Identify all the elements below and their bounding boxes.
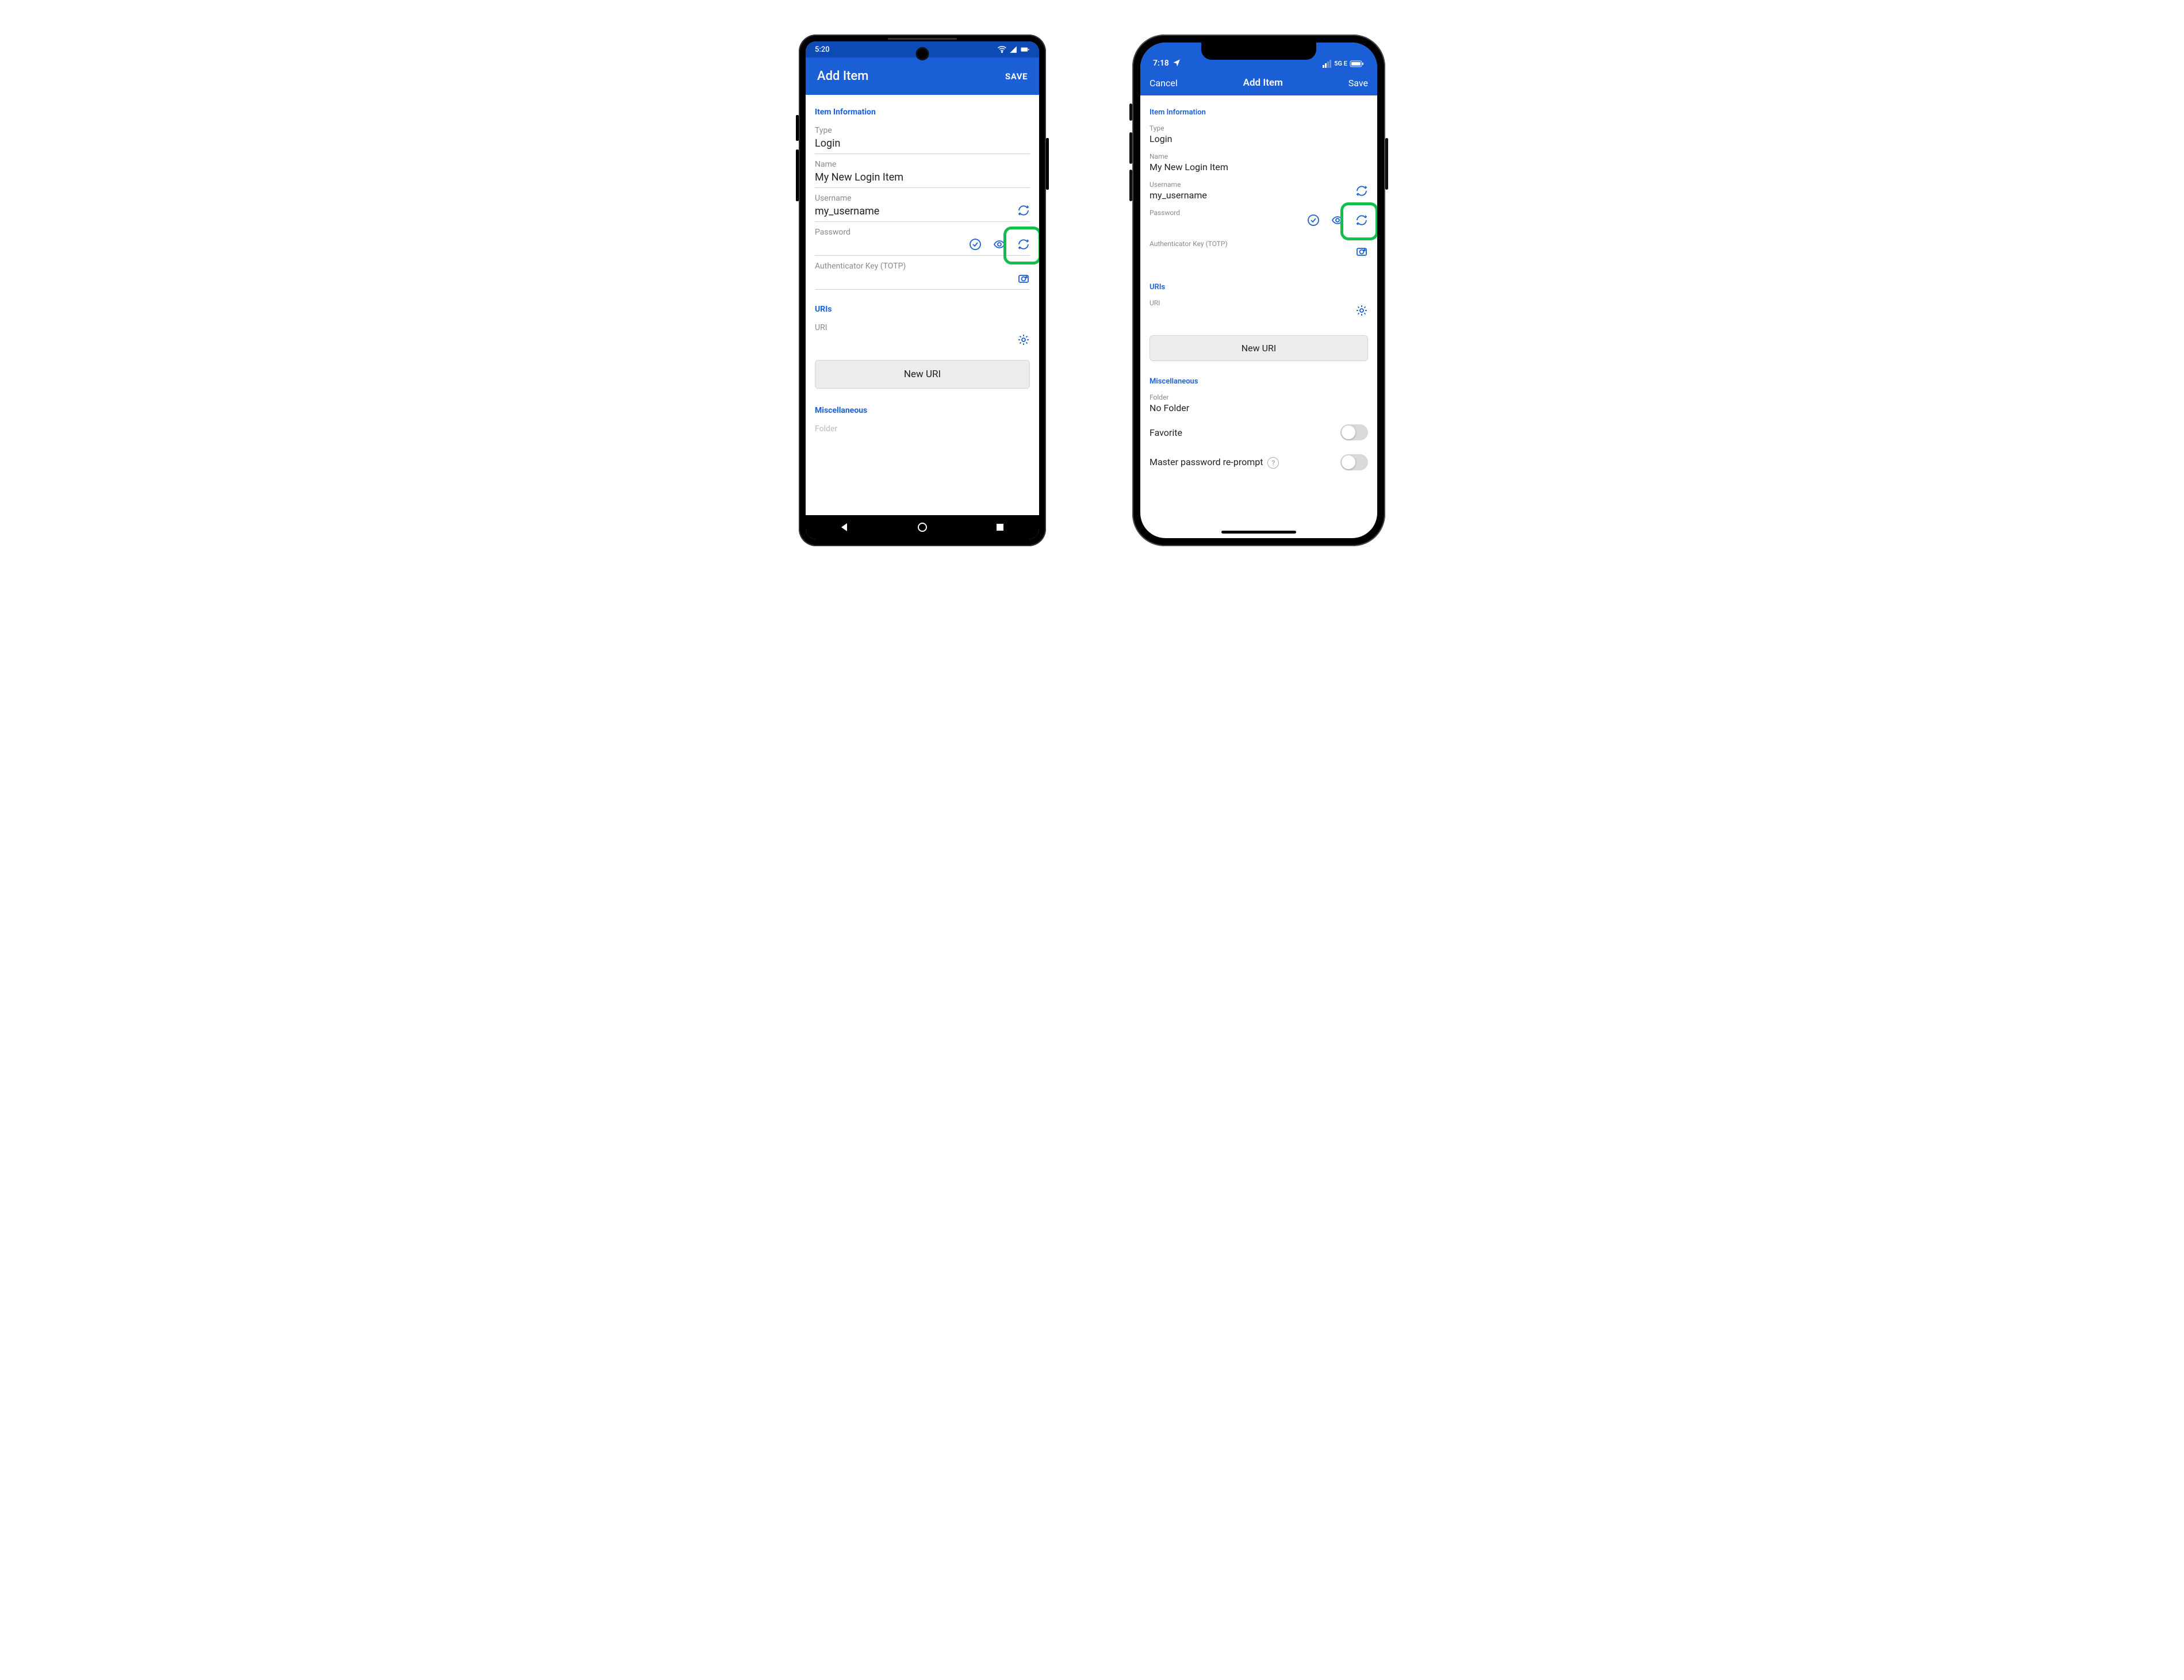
favorite-toggle-row[interactable]: Favorite (1150, 417, 1368, 447)
highlight-annotation-generate-password (1340, 202, 1377, 240)
android-form: Item Information Type Login Name My New … (806, 95, 1039, 515)
battery-icon (1350, 60, 1365, 67)
name-label: Name (815, 160, 1030, 169)
ios-power-button (1385, 138, 1388, 190)
section-header-uris: URIs (815, 299, 1030, 317)
folder-label: Folder (815, 424, 1030, 434)
battery-icon (1020, 45, 1030, 55)
status-time: 7:18 (1153, 59, 1169, 68)
folder-field[interactable]: Folder (815, 424, 1030, 437)
username-label: Username (815, 194, 1030, 203)
location-icon (1172, 58, 1182, 68)
name-field[interactable]: Name My New Login Item (1150, 148, 1368, 177)
folder-value: No Folder (1150, 401, 1368, 413)
type-value: Login (815, 135, 1030, 150)
android-volume-down-button (796, 149, 799, 201)
nav-home-icon[interactable] (916, 521, 929, 534)
android-nav-bar (806, 515, 1039, 539)
ios-home-indicator[interactable] (1221, 531, 1296, 534)
favorite-switch[interactable] (1340, 424, 1368, 440)
android-volume-up-button (796, 115, 799, 141)
uri-settings-icon[interactable] (1355, 304, 1368, 317)
signal-icon (1009, 45, 1018, 55)
uri-label: URI (815, 323, 1030, 332)
username-value: my_username (815, 203, 1030, 218)
cancel-button[interactable]: Cancel (1150, 78, 1178, 89)
folder-field[interactable]: Folder No Folder (1150, 389, 1368, 417)
ios-silent-switch (1129, 103, 1132, 121)
password-label: Password (815, 228, 1030, 237)
username-label: Username (1150, 181, 1368, 189)
page-title: Add Item (1243, 77, 1283, 89)
status-time: 5:20 (815, 45, 830, 54)
android-device-frame: 5:20 Add Item SAVE Item Information Type… (799, 34, 1046, 546)
signal-bars-icon (1322, 59, 1332, 68)
reprompt-toggle-row[interactable]: Master password re-prompt ? (1150, 447, 1368, 477)
generate-username-icon[interactable] (1017, 204, 1030, 217)
android-app-bar: Add Item SAVE (806, 57, 1039, 95)
uri-field[interactable]: URI (815, 323, 1030, 351)
totp-field[interactable]: Authenticator Key (TOTP) (1150, 236, 1368, 267)
favorite-label: Favorite (1150, 427, 1182, 438)
section-header-uris: URIs (1150, 277, 1368, 295)
type-field[interactable]: Type Login (815, 126, 1030, 154)
username-field[interactable]: Username my_username (1150, 177, 1368, 205)
type-value: Login (1150, 132, 1368, 144)
name-value: My New Login Item (1150, 160, 1368, 172)
save-button[interactable]: SAVE (1005, 71, 1028, 82)
section-header-misc: Miscellaneous (815, 400, 1030, 419)
totp-label: Authenticator Key (TOTP) (815, 262, 1030, 271)
type-label: Type (1150, 124, 1368, 132)
page-title: Add Item (817, 69, 868, 83)
new-uri-button[interactable]: New URI (1150, 335, 1368, 361)
uri-field[interactable]: URI (1150, 295, 1368, 326)
totp-value (815, 271, 1030, 286)
uri-label: URI (1150, 299, 1368, 307)
reprompt-help-icon[interactable]: ? (1267, 457, 1279, 469)
uri-settings-icon[interactable] (1017, 333, 1030, 346)
uri-value (815, 332, 1030, 347)
ios-volume-up-button (1129, 132, 1132, 164)
generate-username-icon[interactable] (1355, 185, 1368, 197)
password-field[interactable]: Password (1150, 205, 1368, 236)
username-field[interactable]: Username my_username (815, 194, 1030, 222)
android-front-camera (916, 47, 929, 60)
password-field[interactable]: Password (815, 228, 1030, 256)
type-label: Type (815, 126, 1030, 135)
nav-recent-icon[interactable] (994, 521, 1006, 534)
check-password-icon[interactable] (969, 238, 982, 251)
scan-totp-camera-icon[interactable] (1355, 245, 1368, 258)
totp-label: Authenticator Key (TOTP) (1150, 240, 1368, 248)
ios-nav-bar: Cancel Add Item Save (1140, 70, 1377, 95)
name-field[interactable]: Name My New Login Item (815, 160, 1030, 188)
reprompt-switch[interactable] (1340, 454, 1368, 470)
ios-form: Item Information Type Login Name My New … (1140, 95, 1377, 538)
android-power-button (1046, 138, 1049, 190)
network-label: 5G E (1334, 60, 1347, 67)
type-field[interactable]: Type Login (1150, 120, 1368, 148)
ios-device-frame: 7:18 5G E Cancel Add Item Save (1132, 34, 1385, 546)
android-speaker-grille (888, 38, 957, 40)
username-value: my_username (1150, 189, 1368, 201)
reprompt-label: Master password re-prompt (1150, 457, 1263, 467)
section-header-item-info: Item Information (1150, 102, 1368, 120)
check-password-icon[interactable] (1307, 214, 1320, 227)
uri-value (1150, 307, 1368, 319)
totp-field[interactable]: Authenticator Key (TOTP) (815, 262, 1030, 290)
folder-label: Folder (1150, 393, 1368, 401)
totp-value (1150, 248, 1368, 259)
save-button[interactable]: Save (1348, 78, 1368, 89)
section-header-misc: Miscellaneous (1150, 371, 1368, 389)
name-label: Name (1150, 152, 1368, 160)
ios-volume-down-button (1129, 170, 1132, 201)
scan-totp-camera-icon[interactable] (1017, 272, 1030, 285)
ios-notch (1201, 43, 1316, 60)
section-header-item-info: Item Information (815, 102, 1030, 120)
wifi-icon (997, 45, 1007, 55)
new-uri-button[interactable]: New URI (815, 360, 1030, 389)
highlight-annotation-generate-password (1003, 227, 1039, 264)
nav-back-icon[interactable] (838, 521, 851, 534)
name-value: My New Login Item (815, 169, 1030, 184)
